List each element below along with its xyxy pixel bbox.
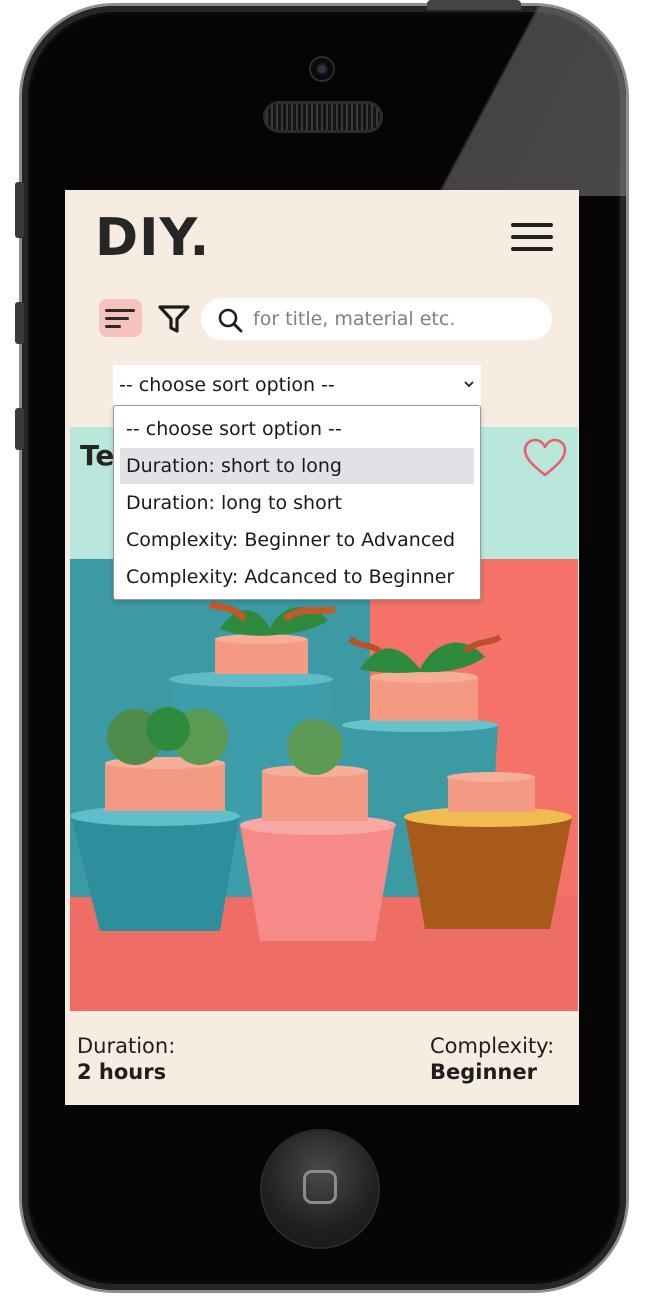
duration-label: Duration:: [77, 1034, 176, 1058]
sort-option[interactable]: Complexity: Adcanced to Beginner: [120, 559, 474, 595]
complexity-value: Beginner: [430, 1060, 537, 1084]
project-image[interactable]: [70, 559, 578, 1011]
sort-option-highlighted[interactable]: Duration: short to long: [120, 448, 474, 484]
search-bar: [201, 298, 552, 340]
heart-outline-icon[interactable]: [522, 437, 568, 479]
complexity-info: Complexity: Beginner: [430, 1033, 554, 1085]
menu-line: [511, 223, 553, 227]
sort-option[interactable]: Complexity: Beginner to Advanced: [120, 522, 474, 558]
search-input[interactable]: [253, 303, 538, 335]
volume-down-button: [15, 408, 24, 450]
home-button[interactable]: [262, 1131, 378, 1247]
sort-option[interactable]: -- choose sort option --: [120, 411, 474, 447]
power-button: [427, 0, 521, 10]
app-logo: DIY.: [95, 208, 211, 268]
sort-lines-icon: [105, 309, 135, 312]
home-square-icon: [303, 1170, 337, 1204]
duration-value: 2 hours: [77, 1060, 167, 1084]
earpiece-speaker: [266, 104, 380, 130]
sort-options-dropdown: -- choose sort option -- Duration: short…: [113, 405, 481, 600]
menu-line: [511, 235, 553, 239]
complexity-label: Complexity:: [430, 1034, 555, 1058]
app-screen: DIY. -- choose sort option -- Te: [65, 190, 579, 1105]
menu-line: [511, 247, 553, 251]
sort-button[interactable]: [99, 299, 142, 337]
chevron-down-icon: [464, 381, 474, 388]
duration-info: Duration: 2 hours: [77, 1033, 175, 1085]
hamburger-menu-button[interactable]: [511, 223, 553, 251]
sort-select[interactable]: -- choose sort option --: [113, 365, 481, 405]
card-title[interactable]: Te: [80, 439, 114, 472]
search-icon[interactable]: [217, 307, 243, 333]
sort-line: [105, 317, 129, 320]
sort-select-value: -- choose sort option --: [119, 374, 335, 396]
silent-switch: [15, 182, 24, 238]
front-camera: [311, 58, 333, 80]
volume-up-button: [15, 302, 24, 344]
sort-line: [105, 325, 121, 328]
sort-option[interactable]: Duration: long to short: [120, 485, 474, 521]
filter-funnel-icon[interactable]: [158, 304, 190, 334]
